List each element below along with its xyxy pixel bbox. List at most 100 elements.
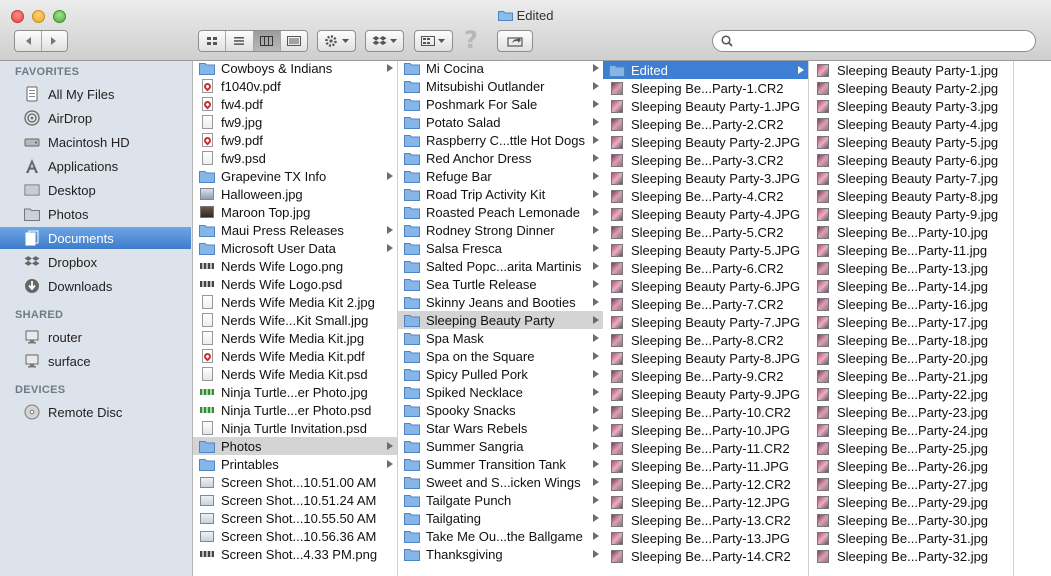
file-row[interactable]: Sleeping Beauty Party-1.JPG: [603, 97, 808, 115]
sidebar-item-desktop[interactable]: Desktop: [0, 179, 191, 201]
file-row[interactable]: Ninja Turtle...er Photo.jpg: [193, 383, 397, 401]
sidebar-item-remote-disc[interactable]: Remote Disc: [0, 401, 191, 423]
forward-button[interactable]: [41, 31, 67, 51]
file-row[interactable]: Sleeping Be...Party-8.CR2: [603, 331, 808, 349]
folder-row[interactable]: Cowboys & Indians: [193, 61, 397, 77]
folder-row[interactable]: Salted Popc...arita Martinis: [398, 257, 603, 275]
folder-row[interactable]: Take Me Ou...the Ballgame: [398, 527, 603, 545]
file-row[interactable]: fw9.pdf: [193, 131, 397, 149]
file-row[interactable]: Sleeping Be...Party-31.jpg: [809, 529, 1013, 547]
list-view-button[interactable]: [226, 31, 254, 51]
folder-row[interactable]: Raspberry C...ttle Hot Dogs: [398, 131, 603, 149]
file-row[interactable]: Screen Shot...10.56.36 AM: [193, 527, 397, 545]
file-row[interactable]: Maroon Top.jpg: [193, 203, 397, 221]
file-row[interactable]: Sleeping Be...Party-2.CR2: [603, 115, 808, 133]
file-row[interactable]: Sleeping Be...Party-6.CR2: [603, 259, 808, 277]
dropbox-menu-button[interactable]: [365, 30, 404, 52]
file-row[interactable]: Ninja Turtle...er Photo.psd: [193, 401, 397, 419]
folder-row[interactable]: Sea Turtle Release: [398, 275, 603, 293]
folder-row[interactable]: Skinny Jeans and Booties: [398, 293, 603, 311]
sidebar-item-macintosh-hd[interactable]: Macintosh HD: [0, 131, 191, 153]
file-row[interactable]: Sleeping Be...Party-32.jpg: [809, 547, 1013, 565]
folder-row[interactable]: Spicy Pulled Pork: [398, 365, 603, 383]
folder-row[interactable]: Photos: [193, 437, 397, 455]
file-row[interactable]: fw4.pdf: [193, 95, 397, 113]
file-row[interactable]: Sleeping Be...Party-11.CR2: [603, 439, 808, 457]
file-row[interactable]: fw9.psd: [193, 149, 397, 167]
back-button[interactable]: [15, 31, 42, 51]
file-row[interactable]: Sleeping Be...Party-24.jpg: [809, 421, 1013, 439]
file-row[interactable]: Screen Shot...4.33 PM.png: [193, 545, 397, 563]
file-row[interactable]: Sleeping Be...Party-11.JPG: [603, 457, 808, 475]
folder-row[interactable]: Rodney Strong Dinner: [398, 221, 603, 239]
file-row[interactable]: fw9.jpg: [193, 113, 397, 131]
folder-row[interactable]: Sleeping Beauty Party: [398, 311, 603, 329]
sidebar-item-all-my-files[interactable]: All My Files: [0, 83, 191, 105]
file-row[interactable]: Sleeping Beauty Party-1.jpg: [809, 61, 1013, 79]
folder-row[interactable]: Spa on the Square: [398, 347, 603, 365]
file-row[interactable]: Sleeping Be...Party-14.CR2: [603, 547, 808, 565]
sidebar-item-router[interactable]: router: [0, 326, 191, 348]
file-row[interactable]: Nerds Wife...Kit Small.jpg: [193, 311, 397, 329]
folder-row[interactable]: Spiked Necklace: [398, 383, 603, 401]
file-row[interactable]: Sleeping Be...Party-29.jpg: [809, 493, 1013, 511]
sidebar-item-dropbox[interactable]: Dropbox: [0, 251, 191, 273]
file-row[interactable]: Sleeping Beauty Party-9.JPG: [603, 385, 808, 403]
file-row[interactable]: Sleeping Beauty Party-4.jpg: [809, 115, 1013, 133]
folder-row[interactable]: Grapevine TX Info: [193, 167, 397, 185]
folder-row[interactable]: Maui Press Releases: [193, 221, 397, 239]
file-row[interactable]: Sleeping Be...Party-3.CR2: [603, 151, 808, 169]
file-row[interactable]: Sleeping Be...Party-13.JPG: [603, 529, 808, 547]
file-row[interactable]: Nerds Wife Media Kit.psd: [193, 365, 397, 383]
file-row[interactable]: Sleeping Be...Party-17.jpg: [809, 313, 1013, 331]
file-row[interactable]: Screen Shot...10.51.00 AM: [193, 473, 397, 491]
sidebar-item-photos[interactable]: Photos: [0, 203, 191, 225]
file-row[interactable]: Sleeping Be...Party-23.jpg: [809, 403, 1013, 421]
file-row[interactable]: Sleeping Be...Party-10.jpg: [809, 223, 1013, 241]
column-view-button[interactable]: [253, 31, 281, 51]
file-row[interactable]: Sleeping Be...Party-13.jpg: [809, 259, 1013, 277]
file-row[interactable]: Ninja Turtle Invitation.psd: [193, 419, 397, 437]
arrange-menu-button[interactable]: [414, 30, 453, 52]
file-row[interactable]: f1040v.pdf: [193, 77, 397, 95]
file-row[interactable]: Sleeping Be...Party-10.CR2: [603, 403, 808, 421]
file-row[interactable]: Sleeping Be...Party-12.CR2: [603, 475, 808, 493]
folder-row[interactable]: Edited: [603, 61, 808, 79]
file-row[interactable]: Sleeping Be...Party-16.jpg: [809, 295, 1013, 313]
file-row[interactable]: Sleeping Be...Party-26.jpg: [809, 457, 1013, 475]
file-row[interactable]: Sleeping Beauty Party-4.JPG: [603, 205, 808, 223]
file-row[interactable]: Nerds Wife Logo.psd: [193, 275, 397, 293]
file-row[interactable]: Sleeping Beauty Party-6.JPG: [603, 277, 808, 295]
file-row[interactable]: Sleeping Be...Party-13.CR2: [603, 511, 808, 529]
file-row[interactable]: Sleeping Be...Party-4.CR2: [603, 187, 808, 205]
file-row[interactable]: Sleeping Be...Party-22.jpg: [809, 385, 1013, 403]
file-row[interactable]: Sleeping Be...Party-1.CR2: [603, 79, 808, 97]
file-row[interactable]: Sleeping Be...Party-14.jpg: [809, 277, 1013, 295]
folder-row[interactable]: Red Anchor Dress: [398, 149, 603, 167]
file-row[interactable]: Nerds Wife Media Kit.pdf: [193, 347, 397, 365]
folder-row[interactable]: Tailgating: [398, 509, 603, 527]
cover-flow-button[interactable]: [280, 31, 307, 51]
folder-row[interactable]: Road Trip Activity Kit: [398, 185, 603, 203]
file-row[interactable]: Sleeping Be...Party-10.JPG: [603, 421, 808, 439]
folder-row[interactable]: Tailgate Punch: [398, 491, 603, 509]
file-row[interactable]: Nerds Wife Media Kit.jpg: [193, 329, 397, 347]
file-row[interactable]: Sleeping Be...Party-21.jpg: [809, 367, 1013, 385]
folder-row[interactable]: Mitsubishi Outlander: [398, 77, 603, 95]
folder-row[interactable]: Printables: [193, 455, 397, 473]
sidebar-item-applications[interactable]: Applications: [0, 155, 191, 177]
file-row[interactable]: Sleeping Be...Party-25.jpg: [809, 439, 1013, 457]
file-row[interactable]: Sleeping Beauty Party-9.jpg: [809, 205, 1013, 223]
folder-row[interactable]: Poshmark For Sale: [398, 95, 603, 113]
file-row[interactable]: Nerds Wife Logo.png: [193, 257, 397, 275]
file-row[interactable]: Screen Shot...10.55.50 AM: [193, 509, 397, 527]
folder-row[interactable]: Potato Salad: [398, 113, 603, 131]
file-row[interactable]: Sleeping Beauty Party-8.JPG: [603, 349, 808, 367]
folder-row[interactable]: Summer Transition Tank: [398, 455, 603, 473]
folder-row[interactable]: Sweet and S...icken Wings: [398, 473, 603, 491]
folder-row[interactable]: Microsoft User Data: [193, 239, 397, 257]
search-field[interactable]: [712, 30, 1036, 52]
file-row[interactable]: Sleeping Be...Party-9.CR2: [603, 367, 808, 385]
sidebar-item-downloads[interactable]: Downloads: [0, 275, 191, 297]
folder-row[interactable]: Roasted Peach Lemonade: [398, 203, 603, 221]
